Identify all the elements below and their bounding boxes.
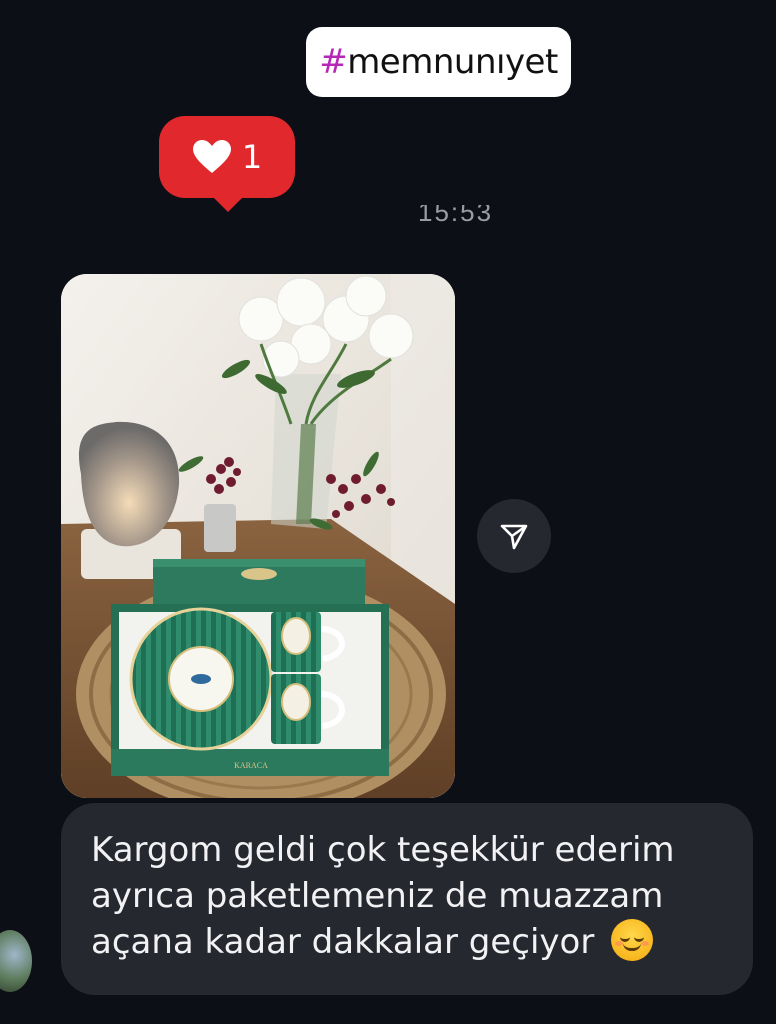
message-timestamp: 15:53 [418,205,496,229]
heart-icon [192,140,231,173]
hashtag-word: memnunıyet [347,42,558,82]
message-photo[interactable]: KARACA [61,274,455,798]
message-line-2: ayrıca paketlemeniz de muazzam [91,876,664,916]
timestamp-text: 15:53 [418,205,494,227]
share-button[interactable] [477,499,551,573]
message-line-3: açana kadar dakkalar geçiyor [91,919,723,965]
box-brand-label: KARACA [234,761,268,770]
sender-avatar[interactable] [0,930,32,992]
message-line-3-text: açana kadar dakkalar geçiyor [91,922,595,962]
hashtag-symbol: # [319,42,348,82]
like-reaction-badge[interactable]: 1 [159,116,295,212]
message-line-1: Kargom geldi çok teşekkür ederim [91,830,675,870]
smiling-face-emoji-icon [611,919,654,961]
product-photo-image: KARACA [61,274,455,798]
chat-screen: # memnunıyet 1 15:53 KARACA Kargom geldi… [0,0,776,1024]
send-icon [500,524,528,550]
like-count: 1 [241,138,263,176]
message-text-bubble[interactable]: Kargom geldi çok teşekkür ederim ayrıca … [61,803,753,995]
hashtag-sticker[interactable]: # memnunıyet [306,27,571,97]
